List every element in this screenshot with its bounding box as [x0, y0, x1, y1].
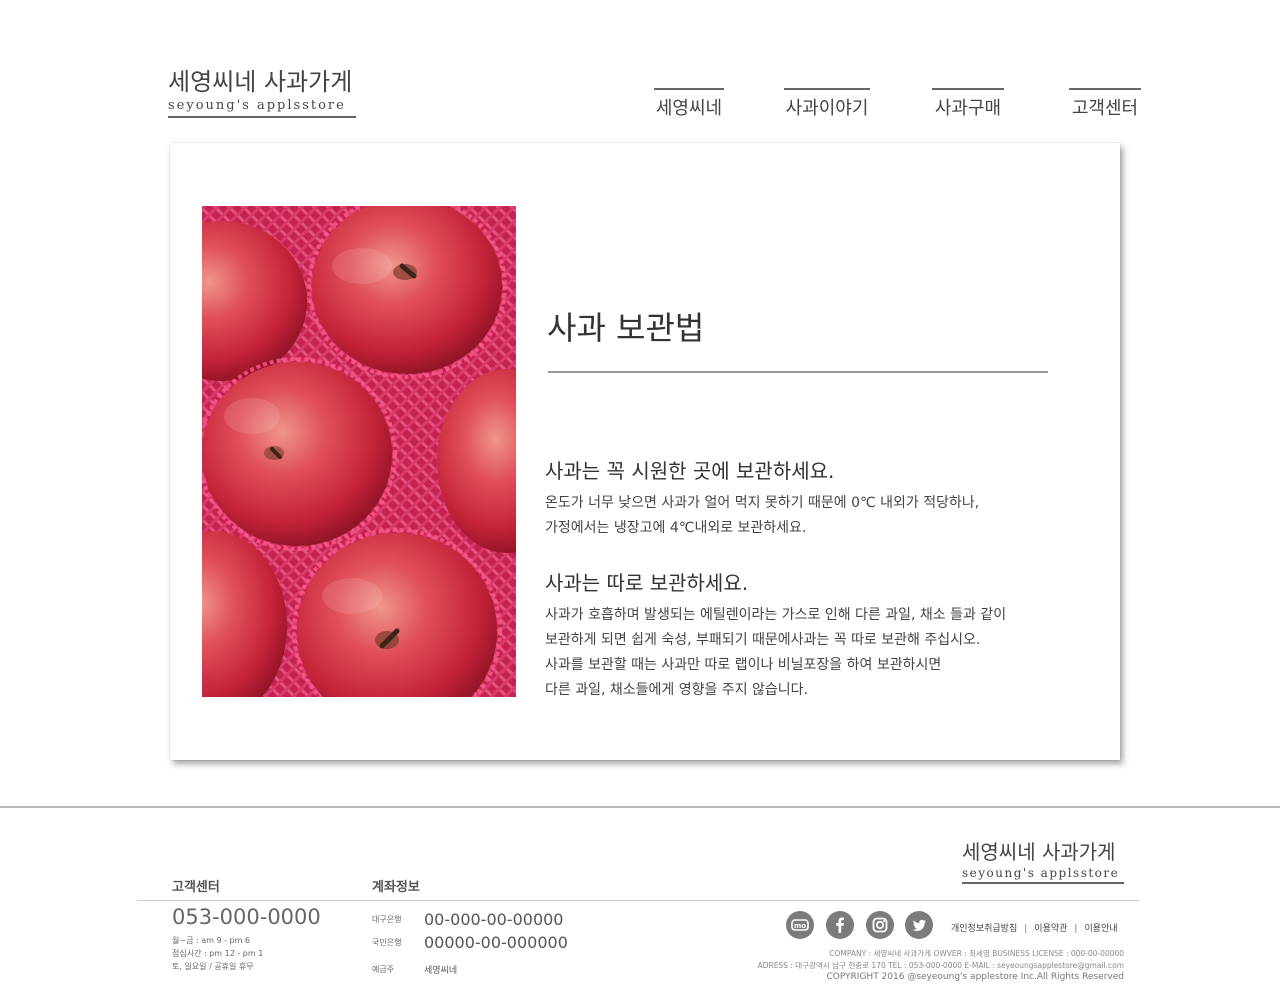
- footer-divider: [0, 806, 1280, 808]
- account-number: 00-000-00-00000: [424, 910, 564, 929]
- footer-logo-subtitle: seyoung's applsstore: [962, 866, 1124, 884]
- privacy-policy-link[interactable]: 개인정보취급방침: [951, 924, 1017, 934]
- section-line: 다른 과일, 채소들에게 영향을 주지 않습니다.: [545, 682, 808, 698]
- logo-subtitle: seyoung's applsstore: [168, 98, 356, 118]
- terms-link[interactable]: 이용약관: [1034, 924, 1067, 934]
- link-separator: |: [1024, 924, 1028, 934]
- account-holder-label: 예금주: [372, 965, 395, 974]
- nav-item-customer-center[interactable]: 고객센터: [1069, 88, 1141, 120]
- address-info: ADRESS : 대구광역시 남구 현충로 170 TEL : 053-000-…: [757, 961, 1124, 970]
- account-row: 국민은행 00000-00-000000: [372, 932, 568, 952]
- business-hours: 월~금 : am 9 - pm 6 점심시간 : pm 12 - pm 1 토,…: [172, 934, 263, 973]
- account-holder-row: 예금주 세영씨네: [372, 959, 457, 978]
- title-divider: [548, 371, 1048, 373]
- instagram-icon[interactable]: [866, 911, 894, 939]
- section-line: 가정에서는 냉장고에 4℃내외로 보관하세요.: [545, 520, 807, 536]
- mo-icon[interactable]: mo: [786, 911, 814, 939]
- nav-item-apple-story[interactable]: 사과이야기: [784, 88, 870, 120]
- svg-text:mo: mo: [794, 922, 806, 930]
- section-title: 사과는 따로 보관하세요.: [545, 571, 749, 595]
- apples-photo: [202, 206, 516, 697]
- nav-item-seyoung[interactable]: 세영씨네: [654, 88, 724, 120]
- account-row: 대구은행 00-000-00-00000: [372, 909, 563, 929]
- account-number: 00000-00-000000: [424, 933, 568, 952]
- content-card: 사과 보관법 사과는 꼭 시원한 곳에 보관하세요. 온도가 너무 낮으면 사과…: [170, 143, 1120, 760]
- bank-name: 국민은행: [372, 938, 402, 947]
- section-line: 보관하게 되면 쉽게 숙성, 부패되기 때문에사과는 꼭 따로 보관해 주십시오…: [545, 632, 981, 648]
- twitter-icon[interactable]: [905, 911, 933, 939]
- page-title: 사과 보관법: [547, 309, 705, 347]
- company-info: COMPANY : 세영씨네 사과가게 OWVER : 최세영 BUSINESS…: [829, 949, 1124, 958]
- footer-logo[interactable]: 세영씨네 사과가게 seyoung's applsstore: [962, 836, 1124, 884]
- section-title: 사과는 꼭 시원한 곳에 보관하세요.: [545, 459, 835, 483]
- section-body: 온도가 너무 낮으면 사과가 얼어 먹지 못하기 때문에 0℃ 내외가 적당하나…: [545, 491, 979, 541]
- footer-logo-title: 세영씨네 사과가게: [962, 840, 1116, 864]
- link-separator: |: [1074, 924, 1078, 934]
- section-line: 온도가 너무 낮으면 사과가 얼어 먹지 못하기 때문에 0℃ 내외가 적당하나…: [545, 495, 980, 511]
- section-line: 사과를 보관할 때는 사과만 따로 랩이나 비닐포장을 하여 보관하시면: [545, 657, 942, 673]
- hours-line: 월~금 : am 9 - pm 6: [172, 936, 251, 945]
- footer-line: [137, 900, 1139, 901]
- logo-title: 세영씨네 사과가게: [168, 68, 353, 96]
- account-holder-name: 세영씨네: [424, 966, 458, 976]
- footer-links: 개인정보취급방침 | 이용약관 | 이용안내: [951, 921, 1118, 934]
- nav-item-apple-purchase[interactable]: 사과구매: [932, 88, 1004, 120]
- phone-number: 053-000-0000: [172, 905, 321, 929]
- section-body: 사과가 호흡하며 발생되는 에틸렌이라는 가스로 인해 다른 과일, 채소 들과…: [545, 603, 1006, 703]
- logo[interactable]: 세영씨네 사과가게 seyoung's applsstore: [168, 62, 356, 118]
- section-line: 사과가 호흡하며 발생되는 에틸렌이라는 가스로 인해 다른 과일, 채소 들과…: [545, 607, 1007, 623]
- hours-line: 토, 일요일 / 공휴일 휴무: [172, 962, 254, 971]
- bank-name: 대구은행: [372, 915, 402, 924]
- customer-center-label: 고객센터: [172, 880, 220, 895]
- hours-line: 점심시간 : pm 12 - pm 1: [172, 949, 264, 958]
- copyright: COPYRIGHT 2016 @seyeoung's applestore In…: [826, 972, 1124, 982]
- account-info-label: 계좌정보: [372, 880, 420, 895]
- usage-guide-link[interactable]: 이용안내: [1084, 924, 1117, 934]
- facebook-icon[interactable]: [826, 911, 854, 939]
